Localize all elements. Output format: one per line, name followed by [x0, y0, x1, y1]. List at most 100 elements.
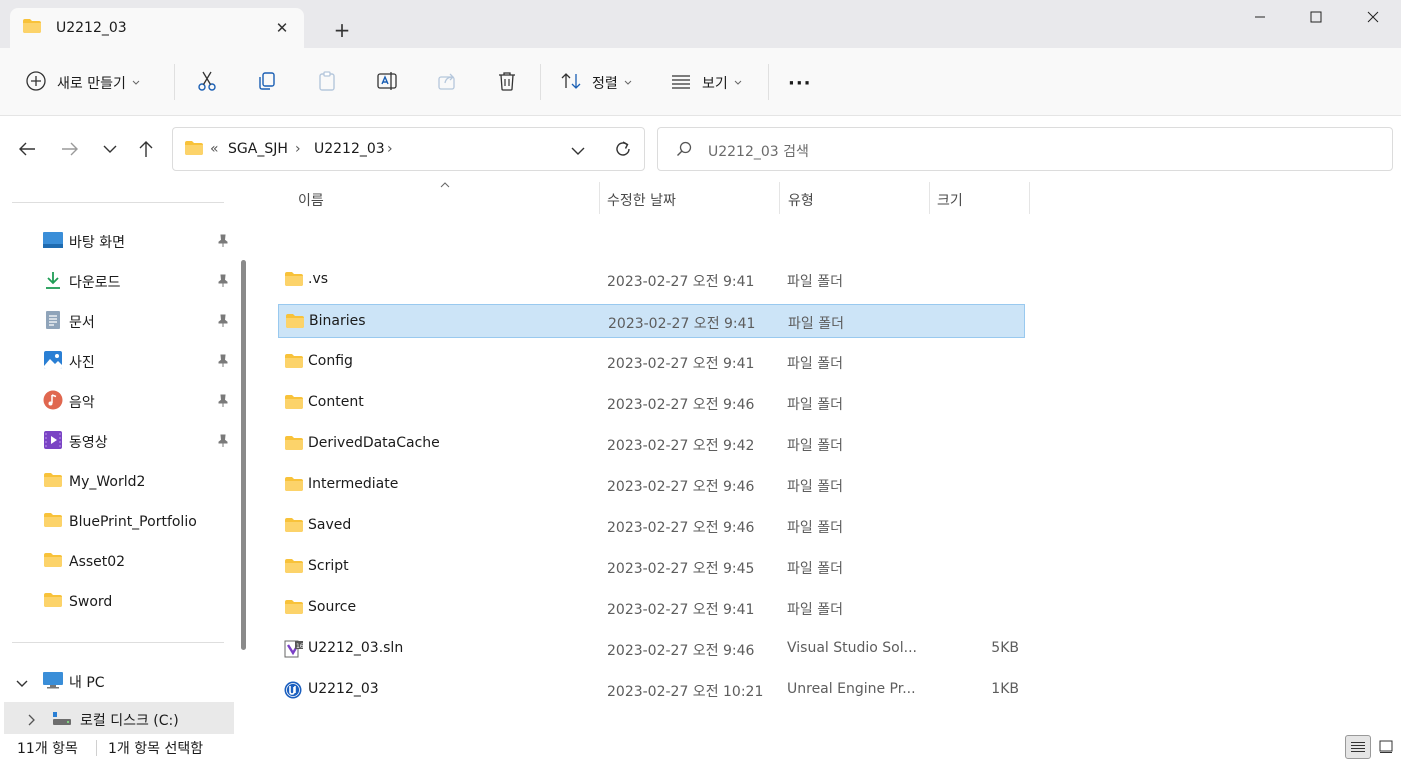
pin-icon[interactable]	[217, 434, 229, 452]
toolbar-divider	[540, 64, 541, 100]
folder-icon	[43, 552, 63, 572]
breadcrumb-u2212-03[interactable]: U2212_03	[314, 141, 385, 157]
view-button[interactable]: 보기	[670, 68, 742, 98]
delete-button[interactable]	[496, 68, 518, 98]
sidebar-item-desktop[interactable]: 바탕 화면	[43, 230, 239, 254]
clipboard-icon	[316, 70, 338, 96]
file-name: .vs	[308, 271, 329, 287]
sidebar-item-label: 로컬 디스크 (C:)	[80, 713, 179, 729]
minimize-button[interactable]	[1237, 0, 1283, 34]
file-row[interactable]: 16 U2212_03.sln 2023-02-27 오전 9:46 Visual S…	[278, 632, 1025, 666]
file-row[interactable]: DerivedDataCache 2023-02-27 오전 9:42 파일 폴더	[278, 427, 1025, 461]
file-type: 파일 폴더	[788, 316, 844, 332]
file-date: 2023-02-27 오전 9:41	[607, 356, 755, 372]
sidebar-item-pictures[interactable]: 사진	[43, 350, 239, 374]
sidebar-item-label: 문서	[69, 315, 95, 331]
status-divider	[96, 740, 97, 756]
sidebar-item-label: 동영상	[69, 435, 108, 451]
file-row[interactable]: Content 2023-02-27 오전 9:46 파일 폴더	[278, 386, 1025, 420]
new-tab-button[interactable]: +	[330, 18, 354, 42]
file-name: U2212_03	[308, 681, 379, 697]
command-bar: 새로 만들기 정렬 보기 ···	[0, 48, 1401, 116]
sidebar-item-asset02[interactable]: Asset02	[43, 550, 239, 574]
address-dropdown-icon[interactable]	[571, 144, 585, 160]
sidebar-item-this-pc[interactable]: 내 PC	[43, 670, 239, 694]
pin-icon[interactable]	[217, 274, 229, 292]
folder-icon	[184, 140, 204, 160]
folder-icon	[43, 472, 63, 492]
file-row[interactable]: Intermediate 2023-02-27 오전 9:46 파일 폴더	[278, 468, 1025, 502]
sidebar-item-music[interactable]: 음악	[43, 390, 239, 414]
pin-icon[interactable]	[217, 234, 229, 252]
cut-button[interactable]	[196, 68, 218, 98]
file-row[interactable]: Config 2023-02-27 오전 9:41 파일 폴더	[278, 345, 1025, 379]
refresh-icon[interactable]	[613, 139, 633, 163]
file-date: 2023-02-27 오전 10:21	[607, 684, 764, 700]
details-view-button[interactable]	[1345, 735, 1371, 759]
file-type: 파일 폴더	[787, 438, 843, 454]
file-name: Config	[308, 353, 353, 369]
address-bar[interactable]: « SGA_SJH › U2212_03 ›	[172, 127, 645, 171]
toolbar-divider	[174, 64, 175, 100]
file-type: 파일 폴더	[787, 520, 843, 536]
sidebar-item-downloads[interactable]: 다운로드	[43, 270, 239, 294]
pin-icon[interactable]	[217, 354, 229, 372]
sidebar-item-blueprint-portfolio[interactable]: BluePrint_Portfolio	[43, 510, 239, 534]
up-button[interactable]	[134, 137, 158, 161]
pin-icon[interactable]	[217, 314, 229, 332]
share-icon	[436, 70, 458, 96]
column-divider[interactable]	[929, 182, 930, 214]
tab-close-icon[interactable]: ✕	[272, 18, 292, 38]
file-row[interactable]: .vs 2023-02-27 오전 9:41 파일 폴더	[278, 263, 1025, 297]
sidebar-item-my-world2[interactable]: My_World2	[43, 470, 239, 494]
expand-chevron-icon[interactable]	[28, 714, 36, 730]
navigation-pane: 바탕 화면 다운로드 문서 사진 음악 동영상 My_World2 BluePr…	[0, 182, 255, 734]
tiles-view-button[interactable]	[1375, 735, 1397, 759]
file-row[interactable]: Saved 2023-02-27 오전 9:46 파일 폴더	[278, 509, 1025, 543]
sidebar-item-local-disk[interactable]: 로컬 디스크 (C:)	[4, 702, 234, 734]
close-window-button[interactable]	[1350, 0, 1396, 34]
sidebar-item-videos[interactable]: 동영상	[43, 430, 239, 454]
column-divider[interactable]	[1029, 182, 1030, 214]
file-row[interactable]: U2212_03 2023-02-27 오전 10:21 Unreal Engine…	[278, 673, 1025, 707]
sort-button[interactable]: 정렬	[560, 68, 632, 98]
sidebar-item-label: Asset02	[69, 554, 126, 570]
maximize-button[interactable]	[1293, 0, 1339, 34]
share-button[interactable]	[436, 68, 458, 98]
sidebar-item-documents[interactable]: 문서	[43, 310, 239, 334]
file-date: 2023-02-27 오전 9:41	[608, 316, 756, 332]
column-header-type[interactable]: 유형	[788, 190, 814, 210]
column-divider[interactable]	[779, 182, 780, 214]
back-button[interactable]	[15, 137, 39, 161]
folder-icon	[43, 592, 63, 612]
column-divider[interactable]	[599, 182, 600, 214]
search-box[interactable]: U2212_03 검색	[657, 127, 1393, 171]
breadcrumb-sga-sjh[interactable]: SGA_SJH	[228, 141, 288, 157]
file-type: 파일 폴더	[787, 479, 843, 495]
expand-chevron-icon[interactable]	[16, 676, 28, 692]
new-button[interactable]: 새로 만들기	[25, 68, 140, 98]
column-header-date[interactable]: 수정한 날짜	[607, 190, 676, 210]
file-type: 파일 폴더	[787, 274, 843, 290]
file-size: 5KB	[991, 640, 1019, 656]
column-header-size[interactable]: 크기	[937, 190, 963, 210]
more-options-button[interactable]: ···	[788, 68, 812, 98]
forward-button[interactable]	[58, 137, 82, 161]
file-row[interactable]: Binaries 2023-02-27 오전 9:41 파일 폴더	[278, 304, 1025, 338]
file-type: 파일 폴더	[787, 397, 843, 413]
file-type: 파일 폴더	[787, 561, 843, 577]
paste-button[interactable]	[316, 68, 338, 98]
search-placeholder: U2212_03 검색	[708, 144, 809, 160]
copy-button[interactable]	[256, 68, 278, 98]
file-row[interactable]: Script 2023-02-27 오전 9:45 파일 폴더	[278, 550, 1025, 584]
sidebar-item-sword[interactable]: Sword	[43, 590, 239, 614]
breadcrumb-overflow[interactable]: «	[210, 141, 219, 157]
column-header-name[interactable]: 이름	[298, 190, 324, 210]
file-row[interactable]: Source 2023-02-27 오전 9:41 파일 폴더	[278, 591, 1025, 625]
pin-icon[interactable]	[217, 394, 229, 412]
tab-current[interactable]: U2212_03 ✕	[10, 8, 304, 48]
file-date: 2023-02-27 오전 9:46	[607, 479, 755, 495]
recent-locations-button[interactable]	[98, 137, 122, 161]
rename-button[interactable]	[376, 68, 398, 98]
sidebar-scrollbar[interactable]	[241, 260, 246, 650]
